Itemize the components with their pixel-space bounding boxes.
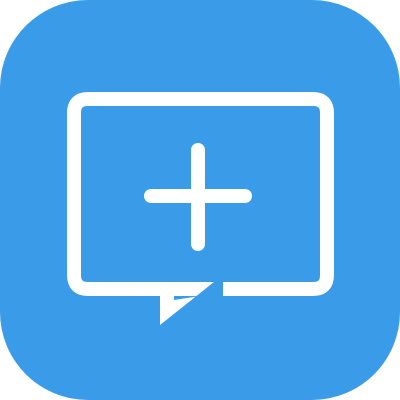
new-message-app-icon[interactable]	[0, 0, 400, 400]
app-icon-stage	[0, 0, 400, 400]
